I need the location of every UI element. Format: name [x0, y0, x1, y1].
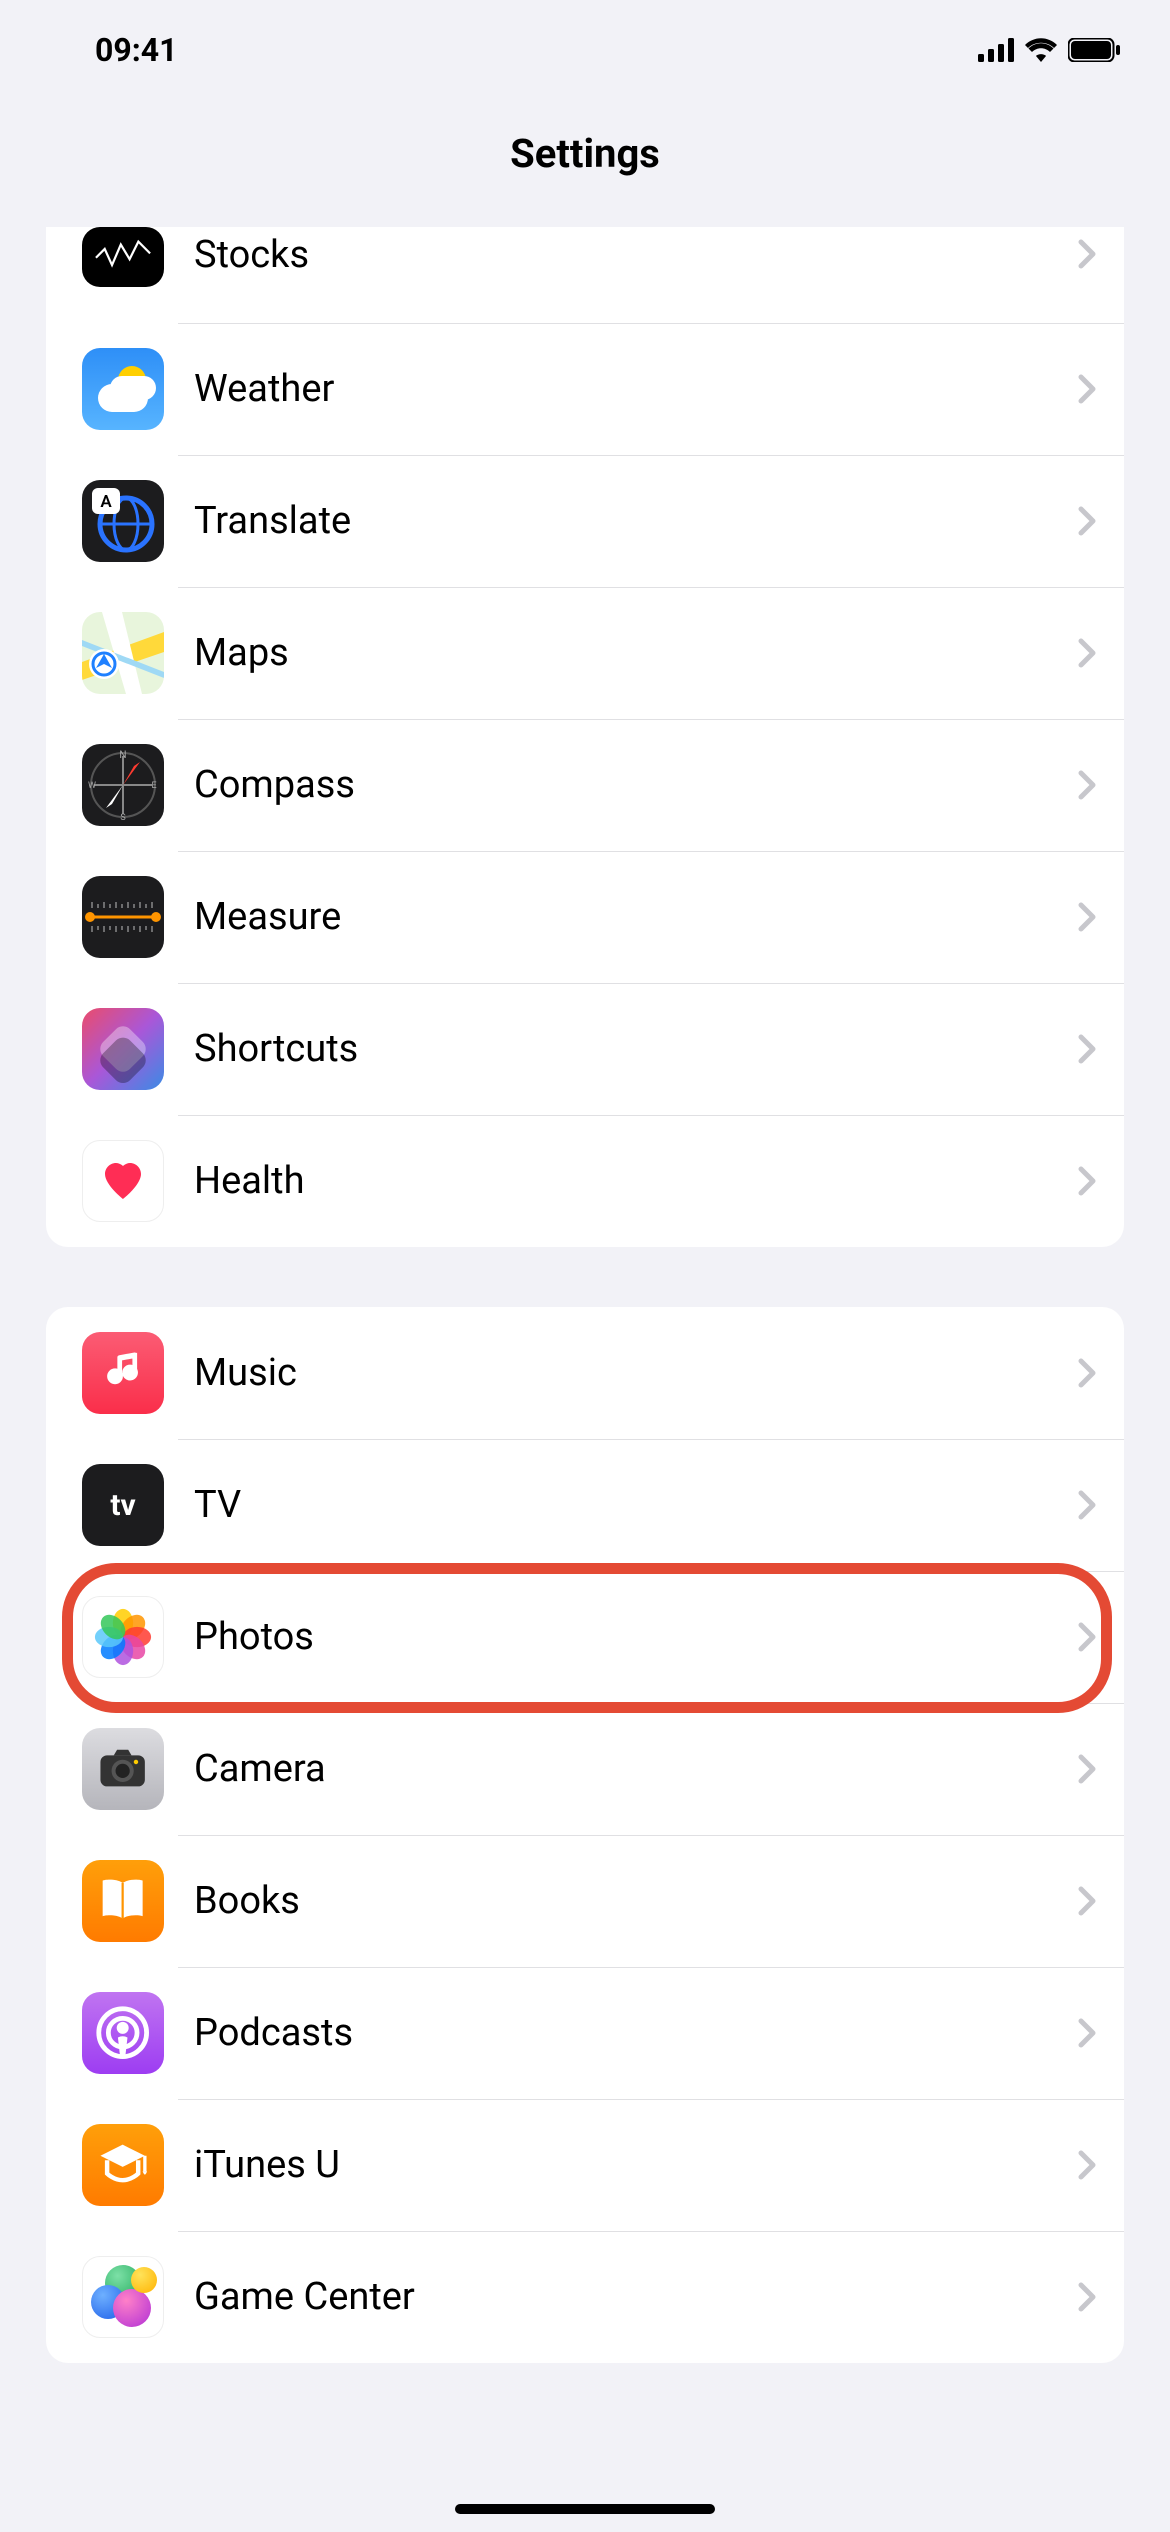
row-label: Game Center	[194, 2275, 1078, 2319]
row-label: TV	[194, 1483, 1078, 1527]
status-time: 09:41	[95, 31, 177, 69]
maps-icon	[82, 612, 164, 694]
chevron-right-icon	[1078, 1754, 1096, 1784]
chevron-right-icon	[1078, 1886, 1096, 1916]
chevron-right-icon	[1078, 638, 1096, 668]
measure-icon	[82, 876, 164, 958]
chevron-right-icon	[1078, 1166, 1096, 1196]
cellular-icon	[978, 38, 1014, 62]
weather-icon	[82, 348, 164, 430]
settings-row-tv[interactable]: tv TV	[46, 1439, 1124, 1571]
settings-row-gamecenter[interactable]: Game Center	[46, 2231, 1124, 2363]
settings-row-measure[interactable]: Measure	[46, 851, 1124, 983]
chevron-right-icon	[1078, 1622, 1096, 1652]
photos-icon	[82, 1596, 164, 1678]
nav-bar: Settings	[0, 100, 1170, 227]
chevron-right-icon	[1078, 1490, 1096, 1520]
chevron-right-icon	[1078, 239, 1096, 269]
home-indicator[interactable]	[455, 2504, 715, 2514]
chevron-right-icon	[1078, 1358, 1096, 1388]
podcasts-icon	[82, 1992, 164, 2074]
settings-row-compass[interactable]: N S W E Compass	[46, 719, 1124, 851]
chevron-right-icon	[1078, 374, 1096, 404]
itunesu-icon	[82, 2124, 164, 2206]
svg-text:S: S	[120, 813, 125, 823]
chevron-right-icon	[1078, 2282, 1096, 2312]
chevron-right-icon	[1078, 506, 1096, 536]
settings-group-apps-2: Music tv TV Photos	[46, 1307, 1124, 2363]
chevron-right-icon	[1078, 902, 1096, 932]
row-label: Shortcuts	[194, 1027, 1078, 1071]
settings-group-apps-1: Stocks Weather A Translate Maps N S W E Com…	[46, 227, 1124, 1247]
music-icon	[82, 1332, 164, 1414]
settings-row-health[interactable]: Health	[46, 1115, 1124, 1247]
health-icon	[82, 1140, 164, 1222]
settings-row-weather[interactable]: Weather	[46, 323, 1124, 455]
status-bar: 09:41	[0, 0, 1170, 100]
settings-row-stocks[interactable]: Stocks	[46, 227, 1124, 323]
settings-row-books[interactable]: Books	[46, 1835, 1124, 1967]
chevron-right-icon	[1078, 1034, 1096, 1064]
compass-icon: N S W E	[82, 744, 164, 826]
battery-icon	[1068, 38, 1120, 62]
row-label: Camera	[194, 1747, 1078, 1791]
row-label: iTunes U	[194, 2143, 1078, 2187]
svg-text:E: E	[151, 781, 156, 791]
settings-row-music[interactable]: Music	[46, 1307, 1124, 1439]
row-label: Translate	[194, 499, 1078, 543]
stocks-icon	[82, 227, 164, 287]
row-label: Measure	[194, 895, 1078, 939]
camera-icon	[82, 1728, 164, 1810]
gamecenter-icon	[82, 2256, 164, 2338]
svg-text:A: A	[100, 492, 112, 512]
chevron-right-icon	[1078, 2018, 1096, 2048]
translate-icon: A	[82, 480, 164, 562]
row-label: Photos	[194, 1615, 1078, 1659]
chevron-right-icon	[1078, 2150, 1096, 2180]
settings-row-translate[interactable]: A Translate	[46, 455, 1124, 587]
chevron-right-icon	[1078, 770, 1096, 800]
settings-row-maps[interactable]: Maps	[46, 587, 1124, 719]
svg-text:N: N	[119, 750, 126, 761]
settings-row-podcasts[interactable]: Podcasts	[46, 1967, 1124, 2099]
tv-icon: tv	[82, 1464, 164, 1546]
row-label: Podcasts	[194, 2011, 1078, 2055]
row-label: Maps	[194, 631, 1078, 675]
settings-row-shortcuts[interactable]: Shortcuts	[46, 983, 1124, 1115]
shortcuts-icon	[82, 1008, 164, 1090]
row-label: Health	[194, 1159, 1078, 1203]
settings-row-itunesu[interactable]: iTunes U	[46, 2099, 1124, 2231]
row-label: Music	[194, 1351, 1078, 1395]
books-icon	[82, 1860, 164, 1942]
status-icons	[978, 38, 1120, 62]
wifi-icon	[1024, 38, 1058, 62]
row-label: Books	[194, 1879, 1078, 1923]
page-title: Settings	[0, 130, 1170, 177]
settings-row-photos[interactable]: Photos	[46, 1571, 1124, 1703]
svg-text:W: W	[88, 781, 96, 791]
row-label: Compass	[194, 763, 1078, 807]
row-label: Weather	[194, 367, 1078, 411]
settings-row-camera[interactable]: Camera	[46, 1703, 1124, 1835]
row-label: Stocks	[194, 233, 1078, 277]
